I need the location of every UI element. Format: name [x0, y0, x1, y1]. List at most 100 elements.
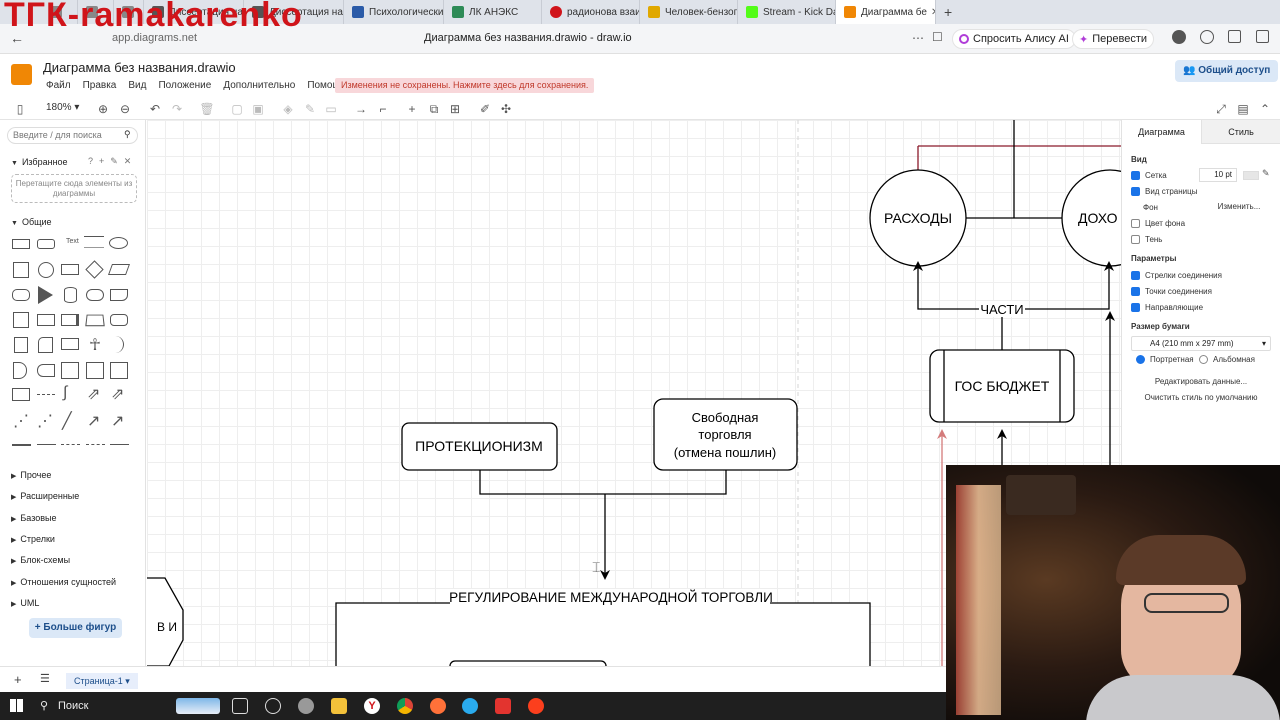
- page-tab[interactable]: Страница-1 ▾: [66, 673, 138, 689]
- shape-connector-label[interactable]: [61, 444, 80, 445]
- node-left-partial[interactable]: В И: [147, 577, 184, 666]
- shape-delay[interactable]: [13, 362, 27, 379]
- shape-cube[interactable]: [37, 314, 55, 326]
- shape-rounded-rectangle[interactable]: [37, 239, 55, 249]
- shape-link[interactable]: [12, 444, 31, 446]
- landscape-radio[interactable]: Альбомная: [1199, 355, 1255, 364]
- shape-rectangle[interactable]: [12, 239, 30, 249]
- taskbar-search[interactable]: ⚲ Поиск: [34, 695, 164, 717]
- sidebar-section-entity-relation[interactable]: ▶ Отношения сущностей: [11, 577, 116, 587]
- app-w-icon[interactable]: [495, 698, 511, 714]
- shape-circle[interactable]: [38, 262, 54, 278]
- edit-icon[interactable]: ✐: [477, 101, 493, 117]
- grid-icon[interactable]: ⊞: [447, 101, 463, 117]
- firefox-icon[interactable]: [430, 698, 446, 714]
- shape-list[interactable]: [12, 388, 30, 401]
- line-color-icon[interactable]: ✎: [302, 101, 318, 117]
- tab-diagram[interactable]: Диаграмма: [1122, 120, 1201, 144]
- shape-card[interactable]: [38, 337, 53, 353]
- insert-icon[interactable]: +: [404, 101, 420, 117]
- shape-cloud[interactable]: [86, 289, 104, 301]
- shape-triangle[interactable]: [38, 286, 53, 304]
- shape-line[interactable]: ╱: [62, 411, 72, 431]
- shape-search-input[interactable]: Введите / для поиска: [7, 127, 138, 144]
- node-income[interactable]: ДОХО: [1061, 169, 1121, 267]
- more-icon[interactable]: ⋯: [912, 31, 924, 45]
- shape-or[interactable]: [112, 336, 124, 353]
- shape-actor[interactable]: ☥: [89, 335, 101, 355]
- browser-tab[interactable]: Stream - Kick Das: [738, 0, 836, 24]
- menu-file[interactable]: Файл: [46, 80, 71, 91]
- sidebar-section-misc[interactable]: ▶ Прочее: [11, 470, 51, 480]
- to-back-icon[interactable]: ▣: [250, 101, 266, 117]
- shape-note[interactable]: [14, 337, 28, 353]
- panel-toggle-icon[interactable]: ▤: [1235, 101, 1251, 117]
- shadow-icon[interactable]: ▭: [323, 101, 339, 117]
- sidebar-section-flowchart[interactable]: ▶ Блок-схемы: [11, 555, 70, 565]
- node-free-trade[interactable]: Свободная торговля (отмена пошлин): [653, 398, 798, 471]
- profile-icon[interactable]: [1172, 30, 1186, 44]
- alice-button[interactable]: Спросить Алису AI: [952, 29, 1076, 49]
- shape-internal-storage[interactable]: [13, 312, 29, 328]
- shape-swimlane[interactable]: [86, 362, 104, 379]
- shape-square[interactable]: [13, 262, 29, 278]
- zoom-out-icon[interactable]: ⊖: [117, 101, 133, 117]
- bgcolor-checkbox[interactable]: Цвет фона: [1131, 219, 1185, 228]
- search-icon[interactable]: ⚲: [124, 129, 131, 140]
- browser-tab-active[interactable]: Диаграмма бе✕: [836, 0, 936, 24]
- to-front-icon[interactable]: ▢: [229, 101, 245, 117]
- more-shapes-button[interactable]: + Больше фигур: [29, 618, 122, 638]
- shape-process[interactable]: [61, 264, 79, 275]
- chrome-icon[interactable]: [397, 698, 413, 714]
- pages-menu-icon[interactable]: ☰: [40, 672, 50, 685]
- redo-icon[interactable]: ↷: [169, 101, 185, 117]
- favorites-drop-zone[interactable]: Перетащите сюда элементы из диаграммы: [11, 174, 137, 203]
- clear-style-button[interactable]: Очистить стиль по умолчанию: [1131, 393, 1271, 402]
- shape-container[interactable]: [61, 362, 79, 379]
- edge-merge[interactable]: [479, 470, 727, 495]
- shape-connector[interactable]: [37, 444, 56, 445]
- task-view-icon[interactable]: [232, 698, 248, 714]
- shadow-checkbox[interactable]: Тень: [1131, 235, 1162, 244]
- menu-arrange[interactable]: Положение: [158, 80, 211, 91]
- edit-icon[interactable]: ✎: [1262, 168, 1270, 179]
- sidebar-section-advanced[interactable]: ▶ Расширенные: [11, 491, 79, 501]
- portrait-radio[interactable]: Портретная: [1136, 355, 1194, 364]
- format-panel-icon[interactable]: ▯: [12, 101, 28, 117]
- paper-size-select[interactable]: A4 (210 mm x 297 mm) ▾: [1131, 336, 1271, 351]
- windows-start-icon[interactable]: [10, 699, 23, 712]
- shape-tape[interactable]: [110, 314, 128, 326]
- node-budget[interactable]: ГОС БЮДЖЕТ: [929, 349, 1075, 423]
- obs-icon[interactable]: [265, 698, 281, 714]
- zoom-select[interactable]: 180% ▾: [46, 102, 79, 113]
- shape-display[interactable]: [37, 364, 55, 377]
- table-icon[interactable]: ⧉: [426, 101, 442, 117]
- extensions-icon[interactable]: [1228, 30, 1241, 43]
- magic-icon[interactable]: ✣: [498, 101, 514, 117]
- edit-data-button[interactable]: Редактировать данные...: [1131, 377, 1271, 386]
- unsaved-notice[interactable]: Изменения не сохранены. Нажмите здесь дл…: [335, 78, 595, 93]
- translate-button[interactable]: ✦ Перевести: [1072, 29, 1154, 49]
- shape-dotted-connector[interactable]: ⋰: [37, 411, 53, 431]
- connection-points-checkbox[interactable]: Точки соединения: [1131, 287, 1212, 296]
- grid-size-input[interactable]: 10 pt: [1199, 168, 1237, 182]
- node-expenses[interactable]: РАСХОДЫ: [869, 169, 967, 267]
- waypoints-icon[interactable]: ⌐: [375, 101, 391, 117]
- node-regulation[interactable]: РЕГУЛИРОВАНИЕ МЕЖДУНАРОДНОЙ ТОРГОВЛИ: [335, 589, 871, 666]
- favorites-section[interactable]: ▼ Избранное: [11, 157, 68, 167]
- add-page-icon[interactable]: +: [14, 672, 22, 687]
- browser-tab[interactable]: Психологически: [344, 0, 444, 24]
- menu-edit[interactable]: Правка: [83, 80, 117, 91]
- grid-color-swatch[interactable]: [1243, 171, 1259, 180]
- shape-directional-connector[interactable]: ↗: [111, 411, 124, 431]
- node-protectionism[interactable]: ПРОТЕКЦИОНИЗМ: [401, 422, 558, 471]
- document-title[interactable]: Диаграмма без названия.drawio: [43, 60, 236, 75]
- browser-tab[interactable]: Человек-бензоп: [640, 0, 738, 24]
- fullscreen-icon[interactable]: ⤢: [1213, 101, 1229, 117]
- shape-dashed-line[interactable]: [37, 394, 55, 395]
- shape-parallelogram[interactable]: [107, 264, 131, 275]
- shape-document[interactable]: [110, 289, 128, 301]
- undo-icon[interactable]: ↶: [147, 101, 163, 117]
- share-button[interactable]: 👥 Общий доступ: [1175, 60, 1279, 82]
- change-background-button[interactable]: Изменить...: [1207, 202, 1271, 211]
